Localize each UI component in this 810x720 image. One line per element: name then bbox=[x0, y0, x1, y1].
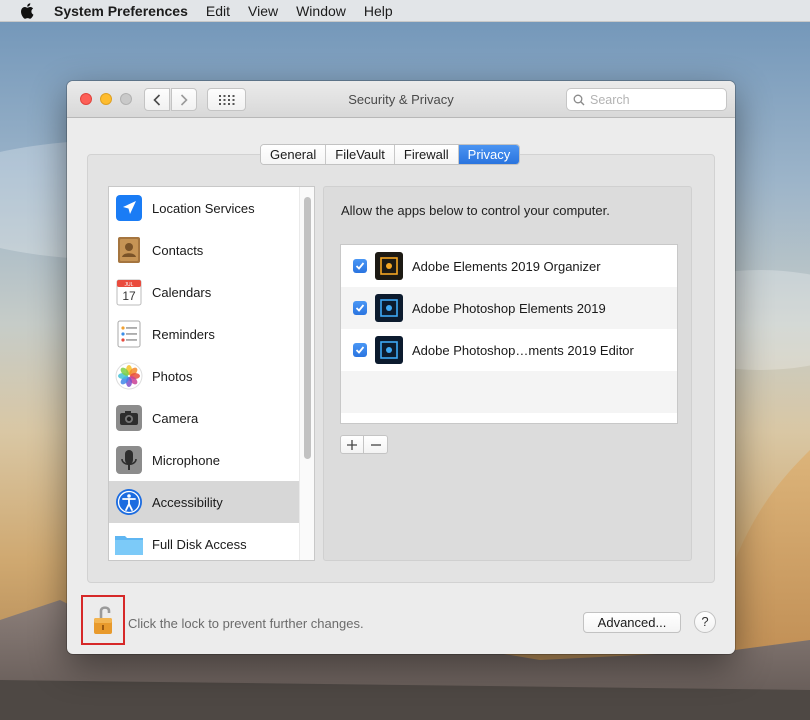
sidebar-scroll-thumb[interactable] bbox=[304, 197, 311, 459]
search-icon bbox=[573, 94, 585, 105]
remove-app-button[interactable] bbox=[364, 435, 388, 454]
sidebar-scrollbar[interactable] bbox=[299, 187, 314, 560]
app-row[interactable]: Adobe Elements 2019 Organizer bbox=[341, 245, 677, 287]
accessibility-person-icon bbox=[114, 487, 144, 517]
unlocked-padlock-icon bbox=[94, 606, 112, 634]
sidebar-item-label: Location Services bbox=[152, 200, 255, 216]
lock-button[interactable] bbox=[81, 595, 125, 645]
menu-app-name[interactable]: System Preferences bbox=[54, 3, 188, 19]
checkmark-icon bbox=[355, 262, 365, 270]
adobe-organizer-icon bbox=[375, 252, 403, 280]
calendar-icon: JUL 17 bbox=[114, 277, 144, 307]
calendar-month: JUL bbox=[125, 282, 134, 288]
sidebar-item-label: Contacts bbox=[152, 242, 204, 258]
add-remove-controls bbox=[340, 435, 388, 454]
app-checkbox[interactable] bbox=[353, 259, 367, 273]
plus-icon bbox=[347, 439, 357, 450]
apple-menu-icon[interactable] bbox=[18, 2, 36, 20]
tab-bar: General FileVault Firewall Privacy bbox=[260, 144, 521, 165]
security-privacy-window: Security & Privacy General FileVault Fir… bbox=[67, 81, 735, 654]
sidebar-item-label: Microphone bbox=[152, 452, 220, 468]
help-button[interactable]: ? bbox=[694, 611, 716, 633]
checkmark-icon bbox=[355, 346, 365, 354]
tab-filevault[interactable]: FileVault bbox=[326, 145, 395, 164]
sidebar-item-label: Calendars bbox=[152, 284, 212, 300]
reminders-list-icon bbox=[114, 319, 144, 349]
empty-row bbox=[341, 371, 677, 413]
allowed-apps-list[interactable]: Adobe Elements 2019 Organizer Adobe Phot… bbox=[340, 244, 678, 424]
folder-icon bbox=[114, 529, 144, 559]
menu-help[interactable]: Help bbox=[364, 3, 393, 19]
advanced-button[interactable]: Advanced... bbox=[583, 612, 681, 633]
sidebar-item-label: Photos bbox=[152, 368, 193, 384]
app-label: Adobe Photoshop Elements 2019 bbox=[412, 300, 606, 316]
sidebar-item-reminders[interactable]: Reminders bbox=[109, 313, 300, 355]
tab-firewall[interactable]: Firewall bbox=[394, 145, 459, 164]
sidebar-item-label: Camera bbox=[152, 410, 199, 426]
search-field[interactable] bbox=[566, 88, 727, 111]
panel-caption: Allow the apps below to control your com… bbox=[341, 203, 610, 218]
privacy-category-list[interactable]: Location Services Contacts JUL 17 Calenda… bbox=[108, 186, 315, 561]
camera-icon bbox=[114, 403, 144, 433]
sidebar-item-camera[interactable]: Camera bbox=[109, 397, 300, 439]
checkmark-icon bbox=[355, 304, 365, 312]
sidebar-item-calendars[interactable]: JUL 17 Calendars bbox=[109, 271, 300, 313]
menu-bar: System Preferences Edit View Window Help bbox=[0, 0, 810, 22]
sidebar-item-full-disk-access[interactable]: Full Disk Access bbox=[109, 523, 300, 560]
app-label: Adobe Elements 2019 Organizer bbox=[412, 258, 601, 274]
sidebar-item-location-services[interactable]: Location Services bbox=[109, 187, 300, 229]
sidebar-item-label: Reminders bbox=[152, 326, 215, 342]
sidebar-item-label: Full Disk Access bbox=[152, 536, 247, 552]
menu-window[interactable]: Window bbox=[296, 3, 346, 19]
app-label: Adobe Photoshop…ments 2019 Editor bbox=[412, 342, 634, 358]
search-input[interactable] bbox=[590, 92, 720, 107]
app-checkbox[interactable] bbox=[353, 301, 367, 315]
add-app-button[interactable] bbox=[340, 435, 364, 454]
sidebar-item-microphone[interactable]: Microphone bbox=[109, 439, 300, 481]
tab-privacy[interactable]: Privacy bbox=[458, 145, 520, 164]
microphone-icon bbox=[114, 445, 144, 475]
adobe-photoshop-editor-icon bbox=[375, 336, 403, 364]
sidebar-item-photos[interactable]: Photos bbox=[109, 355, 300, 397]
minus-icon bbox=[370, 443, 381, 446]
contacts-book-icon bbox=[114, 235, 144, 265]
menu-view[interactable]: View bbox=[248, 3, 278, 19]
lock-status-text: Click the lock to prevent further change… bbox=[128, 616, 364, 631]
sidebar-item-label: Accessibility bbox=[152, 494, 223, 510]
app-row[interactable]: Adobe Photoshop Elements 2019 bbox=[341, 287, 677, 329]
calendar-day: 17 bbox=[122, 289, 136, 303]
location-arrow-icon bbox=[114, 193, 144, 223]
sidebar-item-contacts[interactable]: Contacts bbox=[109, 229, 300, 271]
adobe-photoshop-elements-icon bbox=[375, 294, 403, 322]
photos-flower-icon bbox=[114, 361, 144, 391]
title-bar: Security & Privacy bbox=[67, 81, 735, 118]
menu-edit[interactable]: Edit bbox=[206, 3, 230, 19]
tab-general[interactable]: General bbox=[261, 145, 327, 164]
sidebar-item-accessibility[interactable]: Accessibility bbox=[109, 481, 300, 523]
accessibility-panel: Allow the apps below to control your com… bbox=[323, 186, 692, 561]
app-checkbox[interactable] bbox=[353, 343, 367, 357]
app-row[interactable]: Adobe Photoshop…ments 2019 Editor bbox=[341, 329, 677, 371]
